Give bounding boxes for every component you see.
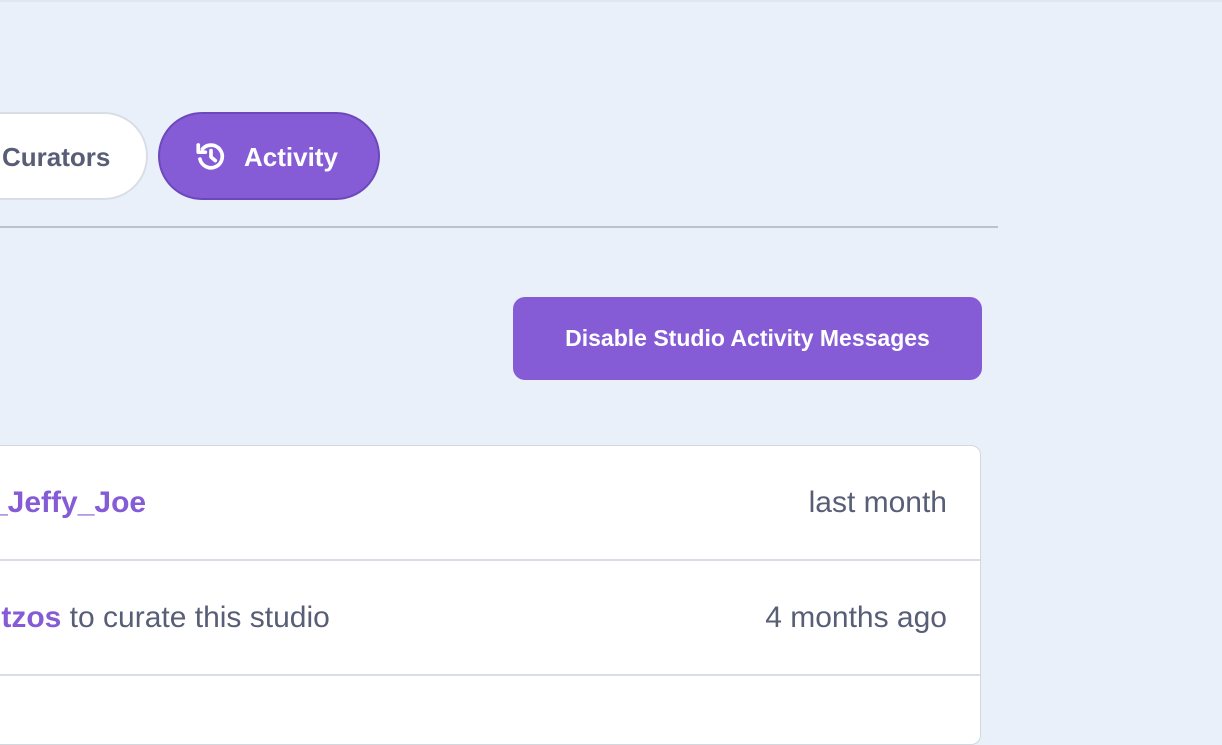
activity-time: last month bbox=[808, 486, 947, 519]
tab-activity-label: Activity bbox=[244, 142, 338, 172]
history-icon bbox=[194, 140, 228, 174]
activity-list: _Jeffy_Joe last month ntzos to curate th… bbox=[0, 445, 981, 745]
activity-user-link[interactable]: ntzos bbox=[0, 601, 61, 634]
tab-curators[interactable]: Curators bbox=[0, 112, 148, 200]
top-border bbox=[0, 0, 1222, 2]
activity-user-link[interactable]: _Jeffy_Joe bbox=[0, 486, 146, 519]
activity-time: 4 months ago bbox=[765, 601, 947, 634]
activity-text: _Jeffy_Joe bbox=[0, 486, 146, 520]
disable-activity-messages-button[interactable]: Disable Studio Activity Messages bbox=[513, 297, 982, 380]
activity-item: ntzos to curate this studio 4 months ago bbox=[0, 561, 980, 676]
tabs-divider bbox=[0, 226, 998, 228]
activity-description: to curate this studio bbox=[61, 601, 330, 634]
tab-activity[interactable]: Activity bbox=[158, 112, 380, 200]
activity-text: ntzos to curate this studio bbox=[0, 601, 330, 635]
tab-curators-label: Curators bbox=[2, 142, 111, 172]
activity-item: _Jeffy_Joe last month bbox=[0, 446, 980, 561]
